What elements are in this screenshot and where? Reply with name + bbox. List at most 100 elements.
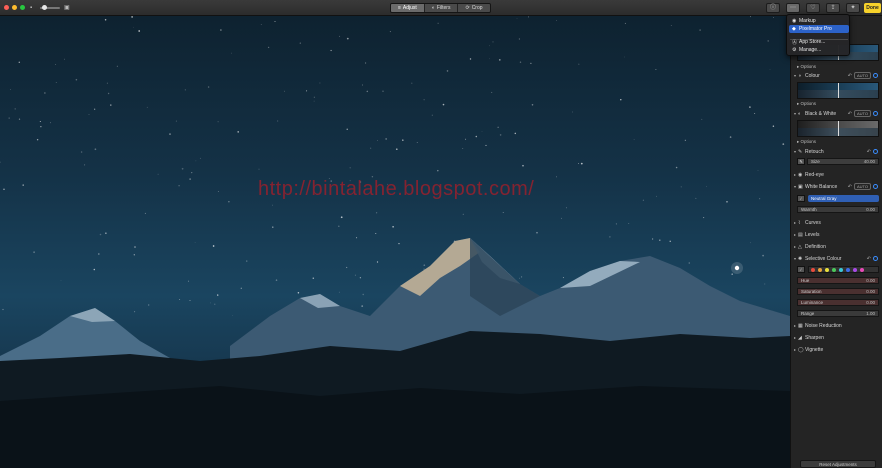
colour-swatch[interactable] [853, 267, 857, 272]
section-sharpen[interactable]: ▸ ◢ Sharpen [790, 332, 882, 343]
sliders-icon: ≡ [398, 5, 401, 11]
noise-reduction-icon: ▦ [798, 322, 803, 329]
colour-swatch[interactable] [811, 267, 815, 272]
section-retouch[interactable]: ▾ ✎ Retouch ↶ [790, 146, 882, 157]
colour-swatch-picker [808, 266, 879, 273]
tab-crop[interactable]: ⟳ Crop [458, 4, 490, 12]
photo-canvas[interactable]: http://bintalahe.blogspot.com/ [0, 16, 790, 468]
hue-value: 0.00 [866, 278, 875, 283]
menu-item-markup[interactable]: ◉ Markup [789, 17, 849, 25]
markup-icon: ◉ [792, 18, 797, 24]
favorite-button[interactable]: ♡ [806, 3, 820, 13]
info-button[interactable]: ⓘ [766, 3, 780, 13]
colour-auto-button[interactable]: AUTO [853, 72, 871, 79]
undo-icon[interactable]: ↶ [867, 256, 871, 262]
menu-item-app-store[interactable]: Ⓐ App Store... [789, 38, 849, 46]
range-slider[interactable]: Range 1.00 [797, 310, 879, 317]
undo-icon[interactable]: ↶ [867, 149, 871, 155]
section-definition[interactable]: ▸ △ Definition [790, 241, 882, 252]
tab-adjust[interactable]: ≡ Adjust [391, 4, 425, 12]
wb-mode-select[interactable]: Neutral Gray [808, 195, 879, 202]
section-black-white[interactable]: ▾ ◐ Black & White ↶ AUTO [790, 108, 882, 119]
range-label: Range [801, 311, 815, 316]
size-value: 40.00 [863, 159, 875, 164]
saturation-slider[interactable]: Saturation 0.00 [797, 288, 879, 295]
wb-auto-button[interactable]: AUTO [853, 183, 871, 190]
bw-options-toggle[interactable]: ▸ Options [797, 139, 816, 145]
menu-item-pixelmator-pro[interactable]: ◆ Pixelmator Pro [789, 25, 849, 33]
section-definition-label: Definition [805, 243, 826, 250]
section-white-balance[interactable]: ▾ ▣ White Balance ↶ AUTO [790, 181, 882, 192]
warmth-slider[interactable]: Warmth 0.00 [797, 206, 879, 213]
retouch-size-slider[interactable]: Size 40.00 [807, 158, 879, 165]
wb-enable-toggle[interactable] [873, 184, 878, 189]
white-balance-icon: ▣ [798, 183, 803, 190]
colour-options-toggle[interactable]: ▸ Options [797, 101, 816, 107]
zoom-in-icon[interactable]: ▣ [64, 4, 70, 12]
section-retouch-label: Retouch [805, 148, 824, 155]
menu-item-manage-label: Manage... [799, 47, 822, 53]
bw-preview-strip[interactable] [797, 120, 879, 137]
section-noise-label: Noise Reduction [805, 322, 842, 329]
crop-icon: ⟳ [465, 5, 470, 11]
eyedropper-icon[interactable]: ⁄ [797, 266, 805, 273]
mode-segmented-control: ≡ Adjust ◐ Filters ⟳ Crop [390, 3, 491, 13]
colour-swatch[interactable] [839, 267, 843, 272]
undo-icon[interactable]: ↶ [848, 184, 852, 190]
section-sharpen-label: Sharpen [805, 334, 824, 341]
tab-adjust-label: Adjust [402, 5, 417, 11]
luminance-slider[interactable]: Luminance 0.00 [797, 299, 879, 306]
luminance-value: 0.00 [866, 300, 875, 305]
auto-enhance-button[interactable]: ✦ [846, 3, 860, 13]
vignette-icon: ◯ [798, 346, 804, 353]
colour-enable-toggle[interactable] [873, 73, 878, 78]
extensions-icon: ⋯ [790, 5, 796, 11]
section-selective-colour[interactable]: ▾ ✺ Selective Colour ↶ [790, 253, 882, 264]
bw-auto-button[interactable]: AUTO [853, 110, 871, 117]
menu-item-manage[interactable]: ⚙ Manage... [789, 46, 849, 54]
extensions-button[interactable]: ⋯ [786, 3, 800, 13]
section-levels[interactable]: ▸ ▤ Levels [790, 229, 882, 240]
eyedropper-icon[interactable]: ⁄ [797, 195, 805, 202]
info-icon: ⓘ [769, 5, 776, 11]
filters-icon: ◐ [431, 5, 435, 11]
hue-slider[interactable]: Hue 0.00 [797, 277, 879, 284]
done-button[interactable]: Done [864, 3, 881, 13]
colour-swatch[interactable] [860, 267, 864, 272]
warmth-label: Warmth [801, 207, 817, 212]
minimize-window-button[interactable] [12, 5, 17, 10]
maximize-window-button[interactable] [20, 5, 25, 10]
title-bar: ▪ ▣ ≡ Adjust ◐ Filters ⟳ Crop ⓘ ⋯ ♡ ⇪ ✦ … [0, 0, 882, 16]
colour-swatch[interactable] [818, 267, 822, 272]
share-button[interactable]: ⇪ [826, 3, 840, 13]
wb-mode-value: Neutral Gray [811, 196, 837, 201]
close-window-button[interactable] [4, 5, 9, 10]
colour-swatch[interactable] [846, 267, 850, 272]
magic-wand-icon: ✦ [850, 5, 856, 11]
bw-enable-toggle[interactable] [873, 111, 878, 116]
reset-adjustments-button[interactable]: Reset Adjustments [800, 460, 876, 468]
zoom-slider-knob[interactable] [42, 5, 47, 10]
eye-icon: ◉ [798, 171, 803, 178]
colour-swatch[interactable] [832, 267, 836, 272]
black-white-icon: ◐ [798, 110, 802, 117]
section-curves[interactable]: ▸ ⌇ Curves [790, 217, 882, 228]
section-wb-label: White Balance [805, 183, 838, 190]
tab-filters[interactable]: ◐ Filters [424, 4, 459, 12]
saturation-value: 0.00 [866, 289, 875, 294]
selective-colour-enable-toggle[interactable] [873, 256, 878, 261]
section-colour[interactable]: ▾ ◑ Colour ↶ AUTO [790, 70, 882, 81]
colour-swatch[interactable] [825, 267, 829, 272]
manage-icon: ⚙ [792, 47, 797, 53]
levels-icon: ▤ [798, 231, 803, 238]
brush-icon[interactable]: ✎ [797, 158, 805, 165]
undo-icon[interactable]: ↶ [848, 111, 852, 117]
range-value: 1.00 [866, 311, 875, 316]
section-noise-reduction[interactable]: ▸ ▦ Noise Reduction [790, 320, 882, 331]
zoom-out-icon[interactable]: ▪ [30, 4, 32, 12]
section-red-eye[interactable]: ▸ ◉ Red-eye [790, 169, 882, 180]
undo-icon[interactable]: ↶ [848, 73, 852, 79]
retouch-enable-toggle[interactable] [873, 149, 878, 154]
section-vignette[interactable]: ▸ ◯ Vignette [790, 344, 882, 355]
colour-preview-strip[interactable] [797, 82, 879, 99]
